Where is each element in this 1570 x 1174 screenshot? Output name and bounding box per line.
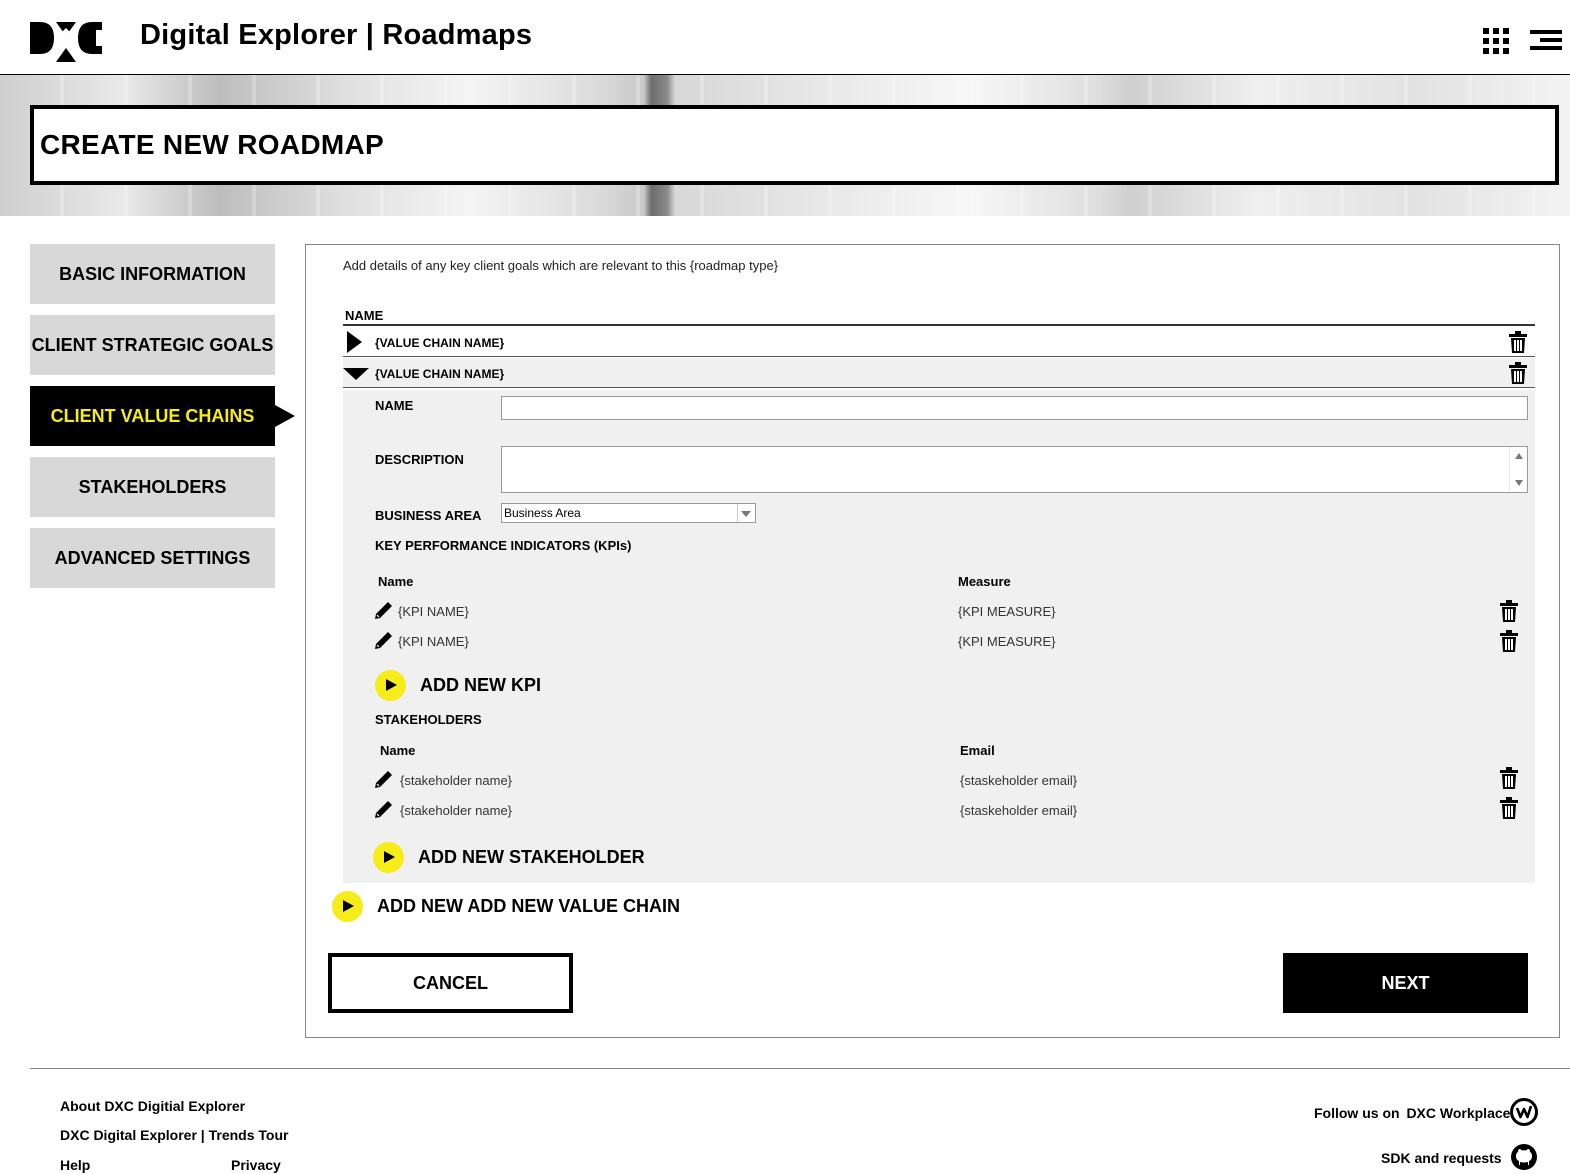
description-label: DESCRIPTION (375, 452, 464, 467)
kpi-measure: {KPI MEASURE} (958, 634, 1056, 649)
sidebar-item-client-strategic-goals[interactable]: CLIENT STRATEGIC GOALS (30, 315, 275, 375)
pencil-edit-icon[interactable] (374, 769, 394, 789)
add-new-stakeholder-label: ADD NEW STAKEHOLDER (418, 847, 645, 867)
play-arrow-icon (373, 842, 404, 873)
sidebar-item-basic-information[interactable]: BASIC INFORMATION (30, 244, 275, 304)
add-new-value-chain-button[interactable]: ADD NEW ADD NEW VALUE CHAIN (332, 891, 680, 922)
trash-icon[interactable] (1500, 630, 1518, 652)
kpi-measure: {KPI MEASURE} (958, 604, 1056, 619)
footer-divider (30, 1068, 1570, 1069)
sdk-link[interactable]: SDK and requests (1381, 1150, 1502, 1166)
value-chain-detail-form: NAME DESCRIPTION BUSINESS AREA Business … (343, 390, 1535, 883)
app-title: Digital Explorer | Roadmaps (140, 19, 533, 51)
hero-banner: CREATE NEW ROADMAP (0, 75, 1570, 216)
add-new-kpi-button[interactable]: ADD NEW KPI (375, 670, 541, 701)
stakeholder-name: {stakeholder name} (400, 803, 513, 818)
cancel-button[interactable]: CANCEL (328, 953, 573, 1013)
stakeholder-email: {staskeholder email} (960, 773, 1078, 788)
apps-grid-icon[interactable] (1483, 28, 1509, 54)
intro-text: Add details of any key client goals whic… (343, 258, 779, 273)
footer-link-help[interactable]: Help (60, 1157, 90, 1173)
footer-link-about[interactable]: About DXC Digitial Explorer (60, 1098, 245, 1114)
add-new-stakeholder-button[interactable]: ADD NEW STAKEHOLDER (373, 842, 645, 873)
follow-us-text: Follow us on DXC Workplace (1314, 1105, 1510, 1121)
workplace-icon[interactable] (1510, 1098, 1538, 1126)
next-button[interactable]: NEXT (1283, 953, 1528, 1013)
trash-icon[interactable] (1509, 362, 1527, 384)
expand-arrow-icon[interactable] (347, 331, 362, 353)
scroll-up-arrow-icon[interactable] (1515, 453, 1523, 459)
pencil-edit-icon[interactable] (374, 799, 394, 819)
kpi-name-header: Name (378, 574, 414, 589)
kpi-measure-header: Measure (958, 574, 1011, 589)
collapse-arrow-icon[interactable] (343, 368, 369, 380)
hamburger-menu-icon[interactable] (1530, 30, 1562, 50)
stakeholder-email-header: Email (960, 743, 995, 758)
business-area-select[interactable]: Business Area (501, 503, 756, 523)
add-new-kpi-label: ADD NEW KPI (420, 675, 541, 695)
value-chain-name: {VALUE CHAIN NAME} (375, 336, 505, 350)
stakeholder-name-header: Name (380, 743, 416, 758)
header-divider (343, 324, 1535, 326)
business-area-label: BUSINESS AREA (375, 508, 482, 523)
textarea-scrollbar[interactable] (1509, 447, 1527, 492)
sidebar-item-client-value-chains[interactable]: CLIENT VALUE CHAINS (30, 386, 295, 446)
dxc-logo[interactable] (30, 14, 102, 62)
value-chain-row[interactable]: {VALUE CHAIN NAME} (343, 327, 1535, 357)
add-new-value-chain-label: ADD NEW ADD NEW VALUE CHAIN (377, 896, 680, 916)
value-chains-panel: Add details of any key client goals whic… (305, 244, 1560, 1038)
kpi-section-label: KEY PERFORMANCE INDICATORS (KPIs) (375, 538, 632, 553)
trash-icon[interactable] (1500, 797, 1518, 819)
top-bar: Digital Explorer | Roadmaps (0, 0, 1570, 75)
footer-link-trends-tour[interactable]: DXC Digital Explorer | Trends Tour (60, 1127, 288, 1143)
pencil-edit-icon[interactable] (374, 600, 394, 620)
follow-prefix: Follow us on (1314, 1105, 1400, 1121)
page-title: CREATE NEW ROADMAP (40, 129, 384, 160)
footer-link-privacy[interactable]: Privacy (231, 1157, 281, 1173)
page-title-box: CREATE NEW ROADMAP (30, 105, 1559, 185)
pencil-edit-icon[interactable] (374, 630, 394, 650)
value-chain-name: {VALUE CHAIN NAME} (375, 367, 505, 381)
github-icon[interactable] (1510, 1143, 1538, 1171)
sidebar-item-advanced-settings[interactable]: ADVANCED SETTINGS (30, 528, 275, 588)
stakeholder-name: {stakeholder name} (400, 773, 513, 788)
sidebar-item-stakeholders[interactable]: STAKEHOLDERS (30, 457, 275, 517)
follow-target-link[interactable]: DXC Workplace (1406, 1105, 1510, 1121)
play-arrow-icon (332, 891, 363, 922)
select-dropdown-button[interactable] (737, 504, 755, 522)
trash-icon[interactable] (1500, 600, 1518, 622)
business-area-selected-value: Business Area (504, 506, 581, 520)
trash-icon[interactable] (1509, 331, 1527, 353)
chevron-down-icon (741, 511, 751, 517)
trash-icon[interactable] (1500, 767, 1518, 789)
stakeholder-email: {staskeholder email} (960, 803, 1078, 818)
description-textarea[interactable] (501, 446, 1528, 493)
value-chain-row-expanded[interactable]: {VALUE CHAIN NAME} (343, 358, 1535, 388)
play-arrow-icon (375, 670, 406, 701)
kpi-name: {KPI NAME} (398, 634, 469, 649)
scroll-down-arrow-icon[interactable] (1515, 480, 1523, 486)
stakeholders-section-label: STAKEHOLDERS (375, 712, 482, 727)
name-label: NAME (375, 398, 414, 413)
kpi-name: {KPI NAME} (398, 604, 469, 619)
name-column-header: NAME (345, 308, 384, 323)
name-input[interactable] (501, 396, 1528, 420)
